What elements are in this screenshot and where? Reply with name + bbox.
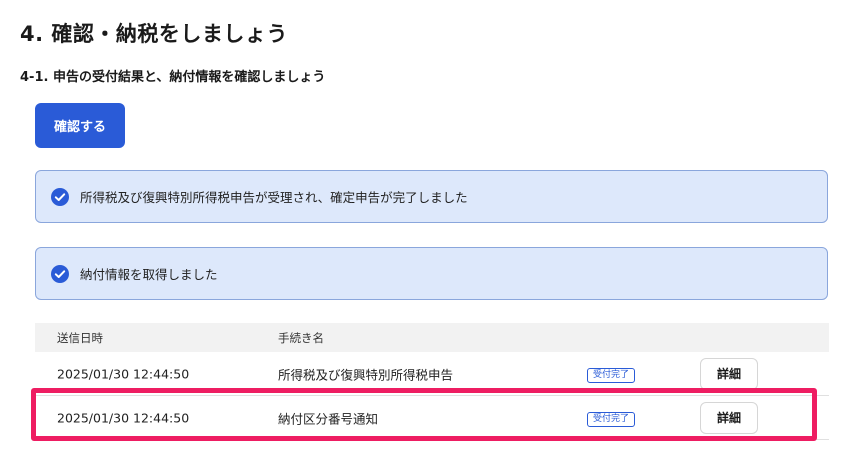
row-date: 2025/01/30 12:44:50 xyxy=(57,366,190,381)
section-subheading: 4-1. 申告の受付結果と、納付情報を確認しましょう xyxy=(20,70,326,85)
table-row: 2025/01/30 12:44:50 納付区分番号通知 受付完了 詳細 xyxy=(35,396,829,440)
status-badge: 受付完了 xyxy=(587,409,636,427)
status-badge: 受付完了 xyxy=(587,365,636,383)
row-procedure: 納付区分番号通知 xyxy=(278,411,379,426)
table-header: 送信日時 手続き名 xyxy=(35,323,829,352)
page-heading: 4. 確認・納税をしましょう xyxy=(20,22,288,46)
row-date: 2025/01/30 12:44:50 xyxy=(57,410,190,425)
detail-button[interactable]: 詳細 xyxy=(700,401,758,434)
row-action: 詳細 xyxy=(700,357,758,390)
notice-filing-complete: 所得税及び復興特別所得税申告が受理され、確定申告が完了しました xyxy=(35,170,828,223)
header-procedure: 手続き名 xyxy=(278,330,324,345)
submission-table: 送信日時 手続き名 2025/01/30 12:44:50 所得税及び復興特別所… xyxy=(35,323,829,440)
confirm-button[interactable]: 確認する xyxy=(35,103,125,148)
detail-button[interactable]: 詳細 xyxy=(700,357,758,390)
table-row: 2025/01/30 12:44:50 所得税及び復興特別所得税申告 受付完了 … xyxy=(35,352,829,396)
notice-text: 納付情報を取得しました xyxy=(80,267,218,282)
row-action: 詳細 xyxy=(700,401,758,434)
header-date: 送信日時 xyxy=(57,330,103,345)
row-procedure: 所得税及び復興特別所得税申告 xyxy=(278,367,454,382)
check-circle-icon xyxy=(51,264,69,283)
check-circle-icon xyxy=(51,187,69,206)
notice-payment-info: 納付情報を取得しました xyxy=(35,247,828,300)
notice-text: 所得税及び復興特別所得税申告が受理され、確定申告が完了しました xyxy=(80,190,468,205)
